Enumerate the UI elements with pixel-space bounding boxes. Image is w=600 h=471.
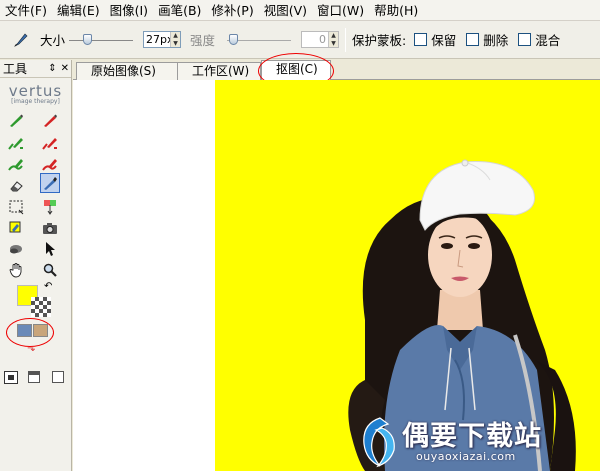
blend-label: 混合	[535, 33, 561, 48]
size-label: 大小	[40, 33, 66, 48]
tab-strip: 原始图像(S) 工作区(W) 抠图(C)	[73, 60, 600, 81]
delete-checkbox[interactable]: 删除	[466, 30, 508, 49]
strength-slider[interactable]	[227, 32, 292, 48]
strength-spinner[interactable]: 0 ▲ ▼	[301, 31, 340, 48]
tools-panel-header: 工具 ⇕ ✕	[0, 60, 71, 78]
mask-tool-icon[interactable]	[6, 218, 26, 238]
remove-brush-icon[interactable]	[40, 110, 60, 130]
background-checker-swatch[interactable]	[31, 297, 51, 317]
keep-checkbox-box[interactable]	[414, 33, 428, 46]
size-spinner[interactable]: 27px ▲ ▼	[143, 31, 182, 48]
protect-mask-label: 保护蒙板:	[352, 33, 407, 48]
pointer-icon[interactable]	[40, 239, 60, 259]
view-mode-full[interactable]	[52, 371, 64, 383]
app-logo: vertus [image therapy]	[0, 82, 71, 105]
tab-cutout[interactable]: 抠图(C)	[261, 60, 331, 81]
watermark-url: ouyaoxiazai.com	[416, 450, 516, 463]
view-mode-split[interactable]	[28, 371, 40, 383]
zoom-icon[interactable]	[40, 260, 60, 280]
preview-arrow-icon: ⬎	[27, 343, 36, 354]
tools-panel-title: 工具	[3, 62, 28, 76]
tab-original-image[interactable]: 原始图像(S)	[76, 62, 178, 80]
keep-edge-brush-icon[interactable]	[6, 132, 26, 152]
preview-thumbnail-cutout[interactable]	[33, 324, 48, 337]
rect-select-icon[interactable]	[6, 197, 26, 217]
tab-workspace[interactable]: 工作区(W)	[177, 62, 261, 80]
toolbar-separator	[345, 27, 347, 52]
menu-help[interactable]: 帮助(H)	[369, 1, 423, 20]
pin-icon[interactable]: ⇕	[48, 63, 56, 74]
fill-brush-icon[interactable]	[40, 173, 60, 193]
menu-patch[interactable]: 修补(P)	[206, 1, 258, 20]
size-slider[interactable]	[69, 32, 134, 48]
keep-brush-icon[interactable]	[6, 110, 26, 130]
menu-edit[interactable]: 编辑(E)	[52, 1, 105, 20]
keep-label: 保留	[431, 33, 457, 48]
brush-options-toolbar: 大小 27px ▲ ▼ 强度 0 ▲ ▼ 保护蒙板: 保留 删除 混合	[0, 21, 600, 59]
site-watermark: 偶要下载站 ouyaoxiazai.com	[356, 412, 600, 471]
camera-icon[interactable]	[40, 218, 60, 238]
preview-thumbnail-original[interactable]	[17, 324, 32, 337]
hand-icon[interactable]	[6, 260, 26, 280]
delete-label: 删除	[483, 33, 509, 48]
menu-window[interactable]: 窗口(W)	[312, 1, 369, 20]
delete-checkbox-box[interactable]	[466, 33, 480, 46]
menu-brush[interactable]: 画笔(B)	[153, 1, 206, 20]
keep-hair-brush-icon[interactable]	[6, 154, 26, 174]
swap-colors-icon[interactable]: ↶	[44, 281, 52, 292]
blend-checkbox-box[interactable]	[518, 33, 532, 46]
color-pick-icon[interactable]	[40, 197, 60, 217]
strength-value: 0	[319, 33, 327, 46]
smudge-icon[interactable]	[6, 239, 26, 259]
brush-icon	[10, 29, 32, 51]
size-value: 27px	[146, 33, 174, 46]
watermark-text: 偶要下载站	[402, 421, 542, 452]
menu-image[interactable]: 图像(I)	[105, 1, 153, 20]
view-mode-single[interactable]	[4, 371, 18, 384]
watermark-logo-icon	[363, 417, 395, 468]
menu-file[interactable]: 文件(F)	[0, 1, 52, 20]
close-icon[interactable]: ✕	[61, 63, 69, 74]
eraser-icon[interactable]	[6, 175, 26, 195]
workspace: 偶要下载站 ouyaoxiazai.com	[73, 80, 600, 471]
remove-edge-brush-icon[interactable]	[40, 132, 60, 152]
keep-checkbox[interactable]: 保留	[414, 30, 456, 49]
menu-bar: 文件(F) 编辑(E) 图像(I) 画笔(B) 修补(P) 视图(V) 窗口(W…	[0, 0, 600, 21]
menu-view[interactable]: 视图(V)	[259, 1, 312, 20]
remove-hair-brush-icon[interactable]	[40, 154, 60, 174]
tools-panel: 工具 ⇕ ✕ vertus [image therapy] ↶ ⬎	[0, 60, 72, 471]
blend-checkbox[interactable]: 混合	[518, 30, 560, 49]
strength-label: 强度	[190, 33, 216, 48]
